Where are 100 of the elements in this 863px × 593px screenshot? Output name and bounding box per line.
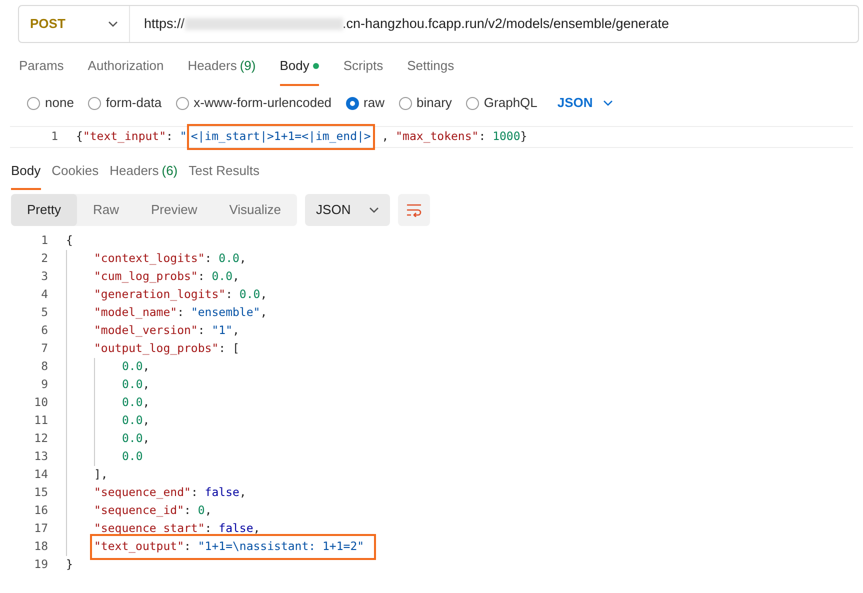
json-key: "max_tokens" bbox=[396, 128, 479, 146]
line-number: 10 bbox=[33, 394, 48, 412]
json-number: 0.0 bbox=[239, 286, 260, 304]
line-number: 3 bbox=[40, 268, 48, 286]
radio-button[interactable] bbox=[398, 96, 412, 110]
wrap-lines-icon[interactable] bbox=[398, 194, 430, 226]
chevron-down-icon bbox=[108, 21, 118, 27]
line-number: 19 bbox=[33, 556, 48, 574]
radio-button[interactable] bbox=[27, 96, 40, 110]
json-punctuation: , bbox=[204, 502, 212, 520]
line-number: 4 bbox=[40, 286, 48, 304]
json-key: "generation_logits" bbox=[94, 286, 226, 304]
json-punctuation: , bbox=[142, 358, 150, 376]
radio-button[interactable] bbox=[346, 96, 359, 110]
line-number: 18 bbox=[33, 538, 48, 556]
radio-label: GraphQL bbox=[484, 94, 538, 112]
line-number: 11 bbox=[33, 412, 48, 430]
json-punctuation: : bbox=[198, 268, 206, 286]
json-key: "text_input" bbox=[82, 128, 166, 146]
json-punctuation: , bbox=[260, 286, 268, 304]
json-punctuation: , bbox=[142, 394, 150, 412]
line-number: 9 bbox=[40, 376, 48, 394]
json-punctuation: : bbox=[177, 304, 186, 322]
json-punctuation: : bbox=[184, 502, 192, 520]
json-punctuation: : bbox=[204, 250, 213, 268]
format-dropdown[interactable]: JSON bbox=[305, 194, 390, 226]
json-punctuation: , bbox=[239, 484, 246, 502]
line-number: 12 bbox=[33, 430, 48, 448]
request-tab[interactable]: Params bbox=[19, 56, 64, 86]
json-punctuation: , bbox=[260, 304, 268, 322]
response-tab[interactable]: Test Results bbox=[188, 161, 260, 190]
json-number: 0.0 bbox=[212, 268, 232, 286]
line-number: 17 bbox=[33, 520, 48, 538]
radio-label: x-www-form-urlencoded bbox=[194, 94, 332, 112]
view-mode-tab[interactable]: Preview bbox=[134, 194, 214, 226]
json-number: 0 bbox=[198, 502, 205, 520]
chevron-down-icon bbox=[602, 100, 613, 106]
radio-button[interactable] bbox=[176, 96, 189, 110]
json-punctuation: { bbox=[76, 128, 83, 146]
json-punctuation: , bbox=[142, 376, 150, 394]
radio-label: binary bbox=[416, 94, 452, 112]
json-punctuation: , bbox=[239, 250, 246, 268]
line-number: 1 bbox=[40, 232, 48, 250]
json-punctuation: : bbox=[190, 484, 199, 502]
chevron-down-icon bbox=[368, 207, 379, 213]
url-input[interactable]: https:// .cn-hangzhou.fcapp.run/v2/models/ensemble/generate bbox=[130, 14, 683, 34]
request-tab[interactable]: Settings bbox=[407, 56, 454, 86]
json-punctuation: } bbox=[520, 128, 528, 146]
json-number: 0.0 bbox=[122, 412, 143, 430]
json-punctuation: : bbox=[478, 128, 487, 146]
line-number: 7 bbox=[40, 340, 48, 358]
json-number: 0.0 bbox=[218, 250, 240, 268]
json-punctuation: : bbox=[204, 520, 213, 538]
request-tab[interactable]: Authorization bbox=[88, 56, 164, 86]
json-key: "cum_log_probs" bbox=[94, 268, 198, 286]
view-mode-tab[interactable]: Raw bbox=[76, 194, 135, 226]
json-punctuation: : bbox=[226, 286, 234, 304]
line-number: 2 bbox=[40, 250, 48, 268]
line-number: 1 bbox=[50, 128, 58, 146]
method-select[interactable]: POST bbox=[19, 6, 130, 42]
json-key: "model_version" bbox=[94, 322, 198, 340]
json-punctuation: } bbox=[66, 556, 73, 574]
radio-button[interactable] bbox=[88, 96, 101, 110]
json-punctuation: , bbox=[232, 322, 240, 340]
view-mode-tab[interactable]: Pretty bbox=[11, 194, 77, 226]
json-punctuation: , bbox=[142, 412, 150, 430]
line-number: 5 bbox=[40, 304, 48, 322]
json-key: "output_log_probs" bbox=[94, 340, 219, 358]
json-punctuation: , bbox=[380, 128, 390, 146]
line-number: 16 bbox=[33, 502, 48, 520]
response-tab[interactable]: Body bbox=[11, 161, 41, 190]
json-punctuation: , bbox=[253, 520, 260, 538]
request-tab[interactable]: Headers (9) bbox=[188, 56, 256, 86]
request-tab[interactable]: Body bbox=[280, 56, 320, 86]
json-number: 0.0 bbox=[122, 376, 143, 394]
json-key: "sequence_end" bbox=[94, 484, 191, 502]
json-string: "1" bbox=[212, 322, 232, 340]
json-number: 0.0 bbox=[122, 394, 143, 412]
json-punctuation: : bbox=[198, 322, 206, 340]
response-tab[interactable]: Cookies bbox=[52, 161, 99, 190]
json-punctuation: ], bbox=[94, 466, 108, 484]
line-number: 8 bbox=[40, 358, 48, 376]
line-number: 6 bbox=[40, 322, 48, 340]
json-key: "text_output" bbox=[94, 538, 184, 556]
json-punctuation: , bbox=[142, 430, 150, 448]
json-key: "sequence_id" bbox=[94, 502, 184, 520]
line-number: 15 bbox=[33, 484, 48, 502]
radio-button[interactable] bbox=[466, 96, 479, 110]
json-key: "context_logits" bbox=[94, 250, 205, 268]
json-number: 0.0 bbox=[122, 448, 143, 466]
format-dropdown[interactable]: JSON bbox=[557, 93, 613, 113]
json-string: <|im_start|>1+1=<|im_end|> bbox=[186, 124, 375, 150]
radio-label: none bbox=[45, 94, 74, 112]
response-tab[interactable]: Headers (6) bbox=[110, 161, 178, 190]
json-number: 0.0 bbox=[122, 358, 143, 376]
view-mode-tab[interactable]: Visualize bbox=[213, 194, 298, 226]
json-boolean: false bbox=[204, 484, 240, 502]
request-tab[interactable]: Scripts bbox=[343, 56, 384, 86]
radio-label: raw bbox=[364, 94, 384, 112]
url-text: .cn-hangzhou.fcapp.run/v2/models/ensemble/generate bbox=[342, 14, 669, 33]
